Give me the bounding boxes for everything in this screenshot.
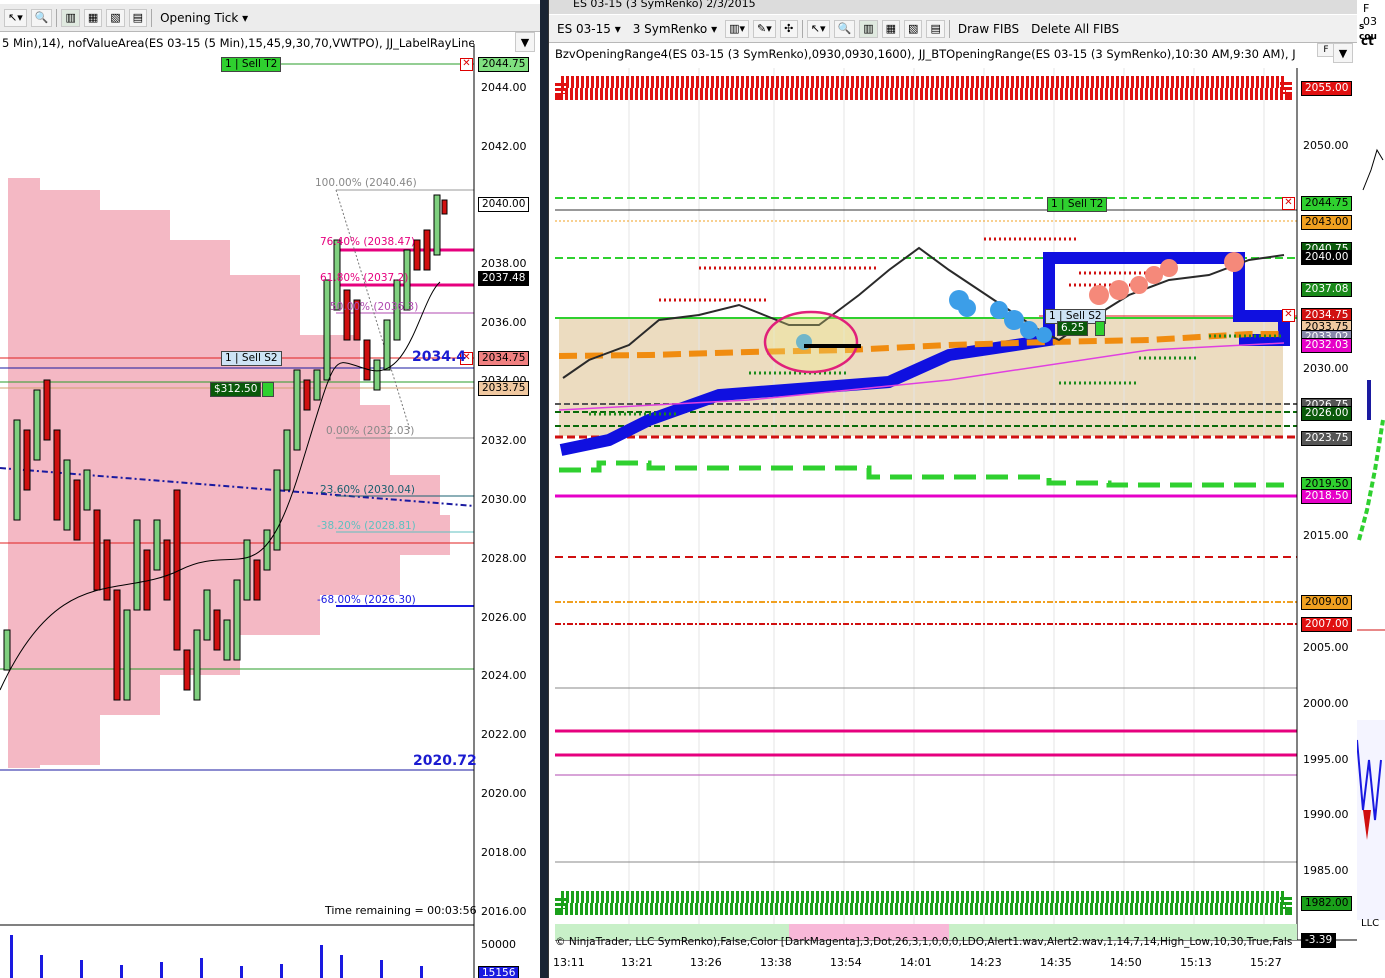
session-high-label: 2034.4 xyxy=(412,349,467,365)
label-text: Sell S2 xyxy=(241,352,278,364)
price-tag: 2018.50 xyxy=(1301,489,1353,504)
pnl-marker xyxy=(1095,321,1105,336)
time-label: 14:50 xyxy=(1110,956,1142,969)
close-icon[interactable]: ✕ xyxy=(460,58,473,71)
axis-tick: 2015.00 xyxy=(1303,529,1349,542)
axis-tick: 2026.00 xyxy=(481,611,527,624)
label-count: 1 xyxy=(225,58,232,70)
time-label: 15:27 xyxy=(1250,956,1282,969)
price-tag: 2037.08 xyxy=(1301,282,1353,297)
axis-tick: 1995.00 xyxy=(1303,753,1349,766)
axis-tick: 2016.00 xyxy=(481,905,527,918)
right-chart-canvas xyxy=(1357,148,1385,920)
price-tag: 2043.00 xyxy=(1301,215,1353,230)
sell-s2-label: 1 | Sell S2 xyxy=(221,351,282,366)
time-label: 13:11 xyxy=(553,956,585,969)
axis-tick: 2005.00 xyxy=(1303,641,1349,654)
middle-chart-canvas xyxy=(555,68,1357,941)
price-tag: 1982.00 xyxy=(1301,896,1353,911)
right-footer: LLC xyxy=(1361,918,1380,929)
session-low-label: 2020.72 xyxy=(413,753,477,769)
sell-t2-label: 1 | Sell T2 xyxy=(221,57,282,72)
price-tag: 2032.03 xyxy=(1301,338,1353,353)
fib-label: 23.60% (2030.04) xyxy=(320,484,415,496)
time-label: 13:21 xyxy=(621,956,653,969)
volume-axis-tick: 50000 xyxy=(481,938,516,951)
close-icon[interactable]: ✕ xyxy=(1282,197,1295,210)
fib-label: 50.00% (2036.3) xyxy=(330,301,419,313)
label-count: 1 xyxy=(1049,310,1056,322)
time-label: 14:23 xyxy=(970,956,1002,969)
time-label: 14:01 xyxy=(900,956,932,969)
pnl-marker xyxy=(262,382,274,397)
fib-label: 100.00% (2040.46) xyxy=(315,177,417,189)
price-tag: 2009.00 xyxy=(1301,595,1353,610)
axis-tick: 2020.00 xyxy=(481,787,527,800)
sell-t2-label: 1 | Sell T2 xyxy=(1047,197,1108,212)
time-label: 13:54 xyxy=(830,956,862,969)
price-tag: -3.39 xyxy=(1301,933,1337,948)
axis-tick: 2036.00 xyxy=(481,316,527,329)
middle-chart-window: ES 03-15 (3 SymRenko) 2/3/2015 ES 03-15 … xyxy=(548,0,1357,978)
label-text: Sell T2 xyxy=(241,58,278,70)
label-text: Sell T2 xyxy=(1067,198,1104,210)
axis-tick: 2028.00 xyxy=(481,552,527,565)
label-count: 1 xyxy=(1051,198,1058,210)
axis-tick: 2030.00 xyxy=(481,493,527,506)
label-count: 1 xyxy=(225,352,232,364)
price-tag: 2044.75 xyxy=(478,57,530,72)
price-tag: 2033.75 xyxy=(478,381,530,396)
price-tag: 2040.00 xyxy=(478,197,530,212)
axis-tick: 1985.00 xyxy=(1303,864,1349,877)
axis-tick: 2050.00 xyxy=(1303,139,1349,152)
axis-tick: 2042.00 xyxy=(481,140,527,153)
price-tag: 2026.00 xyxy=(1301,406,1353,421)
axis-tick: 2024.00 xyxy=(481,669,527,682)
time-remaining: Time remaining = 00:03:56 xyxy=(325,904,477,917)
price-tag: 2040.00 xyxy=(1301,250,1353,265)
fib-label: 0.00% (2032.03) xyxy=(326,425,415,437)
fib-label: -68.00% (2026.30) xyxy=(317,594,416,606)
time-label: 13:26 xyxy=(690,956,722,969)
left-chart-window: ↖▾ 🔍 ▥ ▦ ▧ ▤ Opening Tick ▾ 5 Min),14), … xyxy=(0,0,540,978)
axis-tick: 2030.00 xyxy=(1303,362,1349,375)
axis-tick: 1990.00 xyxy=(1303,808,1349,821)
pnl-label: 6.25 xyxy=(1057,321,1089,336)
time-label: 14:35 xyxy=(1040,956,1072,969)
price-tag: 2007.00 xyxy=(1301,617,1353,632)
price-tag: 2034.75 xyxy=(478,351,530,366)
volume-tag: 15156 xyxy=(478,966,520,978)
indicator-footer-text: © NinjaTrader, LLC SymRenko),False,Color… xyxy=(555,936,1293,948)
price-tag: 2055.00 xyxy=(1301,81,1353,96)
price-tag: 2037.48 xyxy=(478,271,530,286)
price-tag: 2023.75 xyxy=(1301,431,1353,446)
axis-tick: 2000.00 xyxy=(1303,697,1349,710)
left-chart-canvas xyxy=(0,44,475,978)
pnl-label: $312.50 xyxy=(210,382,262,397)
price-tag: 2044.75 xyxy=(1301,196,1353,211)
right-chart-window: F 03 s cou ct LLC xyxy=(1357,0,1385,978)
fib-label: 76.40% (2038.47) xyxy=(320,236,415,248)
time-label: 15:13 xyxy=(1180,956,1212,969)
fib-label: 61.80% (2037.2) xyxy=(320,272,409,284)
axis-tick: 2018.00 xyxy=(481,846,527,859)
axis-tick: 2032.00 xyxy=(481,434,527,447)
axis-tick: 2038.00 xyxy=(481,257,527,270)
fib-label: -38.20% (2028.81) xyxy=(317,520,416,532)
close-icon[interactable]: ✕ xyxy=(1282,309,1295,322)
axis-tick: 2044.00 xyxy=(481,81,527,94)
time-label: 13:38 xyxy=(760,956,792,969)
axis-tick: 2022.00 xyxy=(481,728,527,741)
